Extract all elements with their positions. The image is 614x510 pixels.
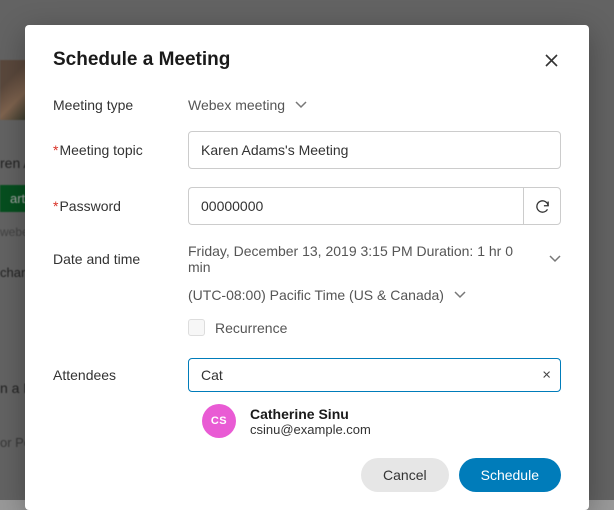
datetime-dropdown[interactable]: Friday, December 13, 2019 3:15 PM Durati…: [188, 243, 561, 275]
row-attendees: Attendees ×: [53, 358, 561, 392]
schedule-button[interactable]: Schedule: [459, 458, 561, 492]
attendee-suggestion[interactable]: CS Catherine Sinu csinu@example.com: [188, 394, 561, 448]
regenerate-password-button[interactable]: [523, 187, 561, 225]
chevron-down-icon: [295, 101, 307, 109]
suggestion-text: Catherine Sinu csinu@example.com: [250, 406, 371, 437]
meeting-type-dropdown[interactable]: Webex meeting: [188, 97, 307, 113]
label-password: Password: [53, 198, 188, 214]
row-timezone: (UTC-08:00) Pacific Time (US & Canada): [53, 287, 561, 303]
label-meeting-topic: Meeting topic: [53, 142, 188, 158]
timezone-dropdown[interactable]: (UTC-08:00) Pacific Time (US & Canada): [188, 287, 466, 303]
close-button[interactable]: [542, 51, 561, 70]
row-meeting-type: Meeting type Webex meeting: [53, 97, 561, 113]
schedule-meeting-dialog: Schedule a Meeting Meeting type Webex me…: [25, 25, 589, 510]
close-icon: [544, 53, 559, 68]
meeting-type-value: Webex meeting: [188, 97, 285, 113]
suggestion-name: Catherine Sinu: [250, 406, 371, 422]
dialog-title: Schedule a Meeting: [53, 49, 230, 71]
suggestion-avatar: CS: [202, 404, 236, 438]
cancel-button[interactable]: Cancel: [361, 458, 449, 492]
dialog-footer: Cancel Schedule: [53, 458, 561, 492]
row-recurrence: Recurrence: [188, 319, 561, 336]
chevron-down-icon: [549, 255, 561, 263]
label-date-time: Date and time: [53, 251, 188, 267]
label-meeting-type: Meeting type: [53, 97, 188, 113]
row-meeting-topic: Meeting topic: [53, 131, 561, 169]
recurrence-label: Recurrence: [215, 320, 287, 336]
meeting-topic-input[interactable]: [188, 131, 561, 169]
row-date-time: Date and time Friday, December 13, 2019 …: [53, 243, 561, 275]
attendee-input-wrap: ×: [188, 358, 561, 392]
suggestion-email: csinu@example.com: [250, 422, 371, 437]
refresh-icon: [534, 198, 551, 215]
attendee-search-input[interactable]: [188, 358, 561, 392]
timezone-value: (UTC-08:00) Pacific Time (US & Canada): [188, 287, 444, 303]
password-group: [188, 187, 561, 225]
label-attendees: Attendees: [53, 367, 188, 383]
datetime-value: Friday, December 13, 2019 3:15 PM Durati…: [188, 243, 539, 275]
row-password: Password: [53, 187, 561, 225]
clear-attendee-button[interactable]: ×: [542, 367, 551, 384]
chevron-down-icon: [454, 291, 466, 299]
dialog-header: Schedule a Meeting: [53, 49, 561, 71]
recurrence-checkbox[interactable]: [188, 319, 205, 336]
password-input[interactable]: [188, 187, 523, 225]
